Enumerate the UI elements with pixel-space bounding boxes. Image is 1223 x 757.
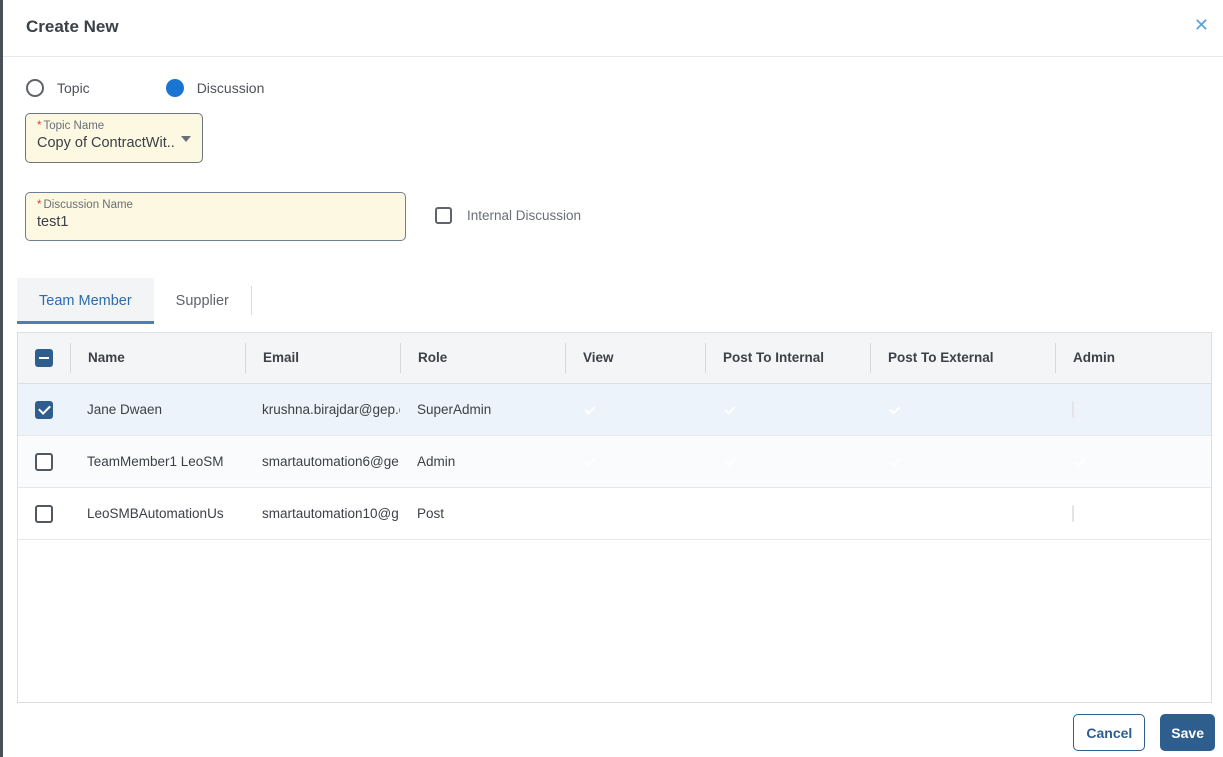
admin-checkbox-disabled-unchecked: [1072, 401, 1074, 418]
column-header-email[interactable]: Email: [245, 343, 400, 373]
table-row[interactable]: LeoSMBAutomationUs smartautomation10@g P…: [18, 488, 1211, 540]
radio-discussion[interactable]: Discussion: [165, 79, 265, 97]
required-asterisk: *: [37, 199, 42, 211]
topic-name-value: Copy of ContractWit...: [37, 135, 176, 151]
row-checkbox-unchecked[interactable]: [35, 452, 53, 471]
tab-bar: Team Member Supplier: [17, 278, 252, 324]
row-checkbox-checked[interactable]: [35, 400, 53, 419]
topic-name-label: * Topic Name: [37, 120, 105, 132]
table-row[interactable]: TeamMember1 LeoSM smartautomation6@ge Ad…: [18, 436, 1211, 488]
cell-email: smartautomation10@g: [262, 506, 399, 521]
page-title: Create New: [26, 17, 119, 36]
column-header-role[interactable]: Role: [400, 343, 565, 373]
team-member-table: Name Email Role View Post To Internal Po…: [17, 332, 1212, 703]
dialog-footer: Cancel Save: [1073, 714, 1215, 751]
column-header-view[interactable]: View: [565, 343, 705, 373]
cell-name: LeoSMBAutomationUs: [87, 506, 224, 521]
select-all-checkbox[interactable]: [35, 349, 53, 367]
radio-topic-label: Topic: [57, 80, 90, 96]
column-header-post-to-external[interactable]: Post To External: [870, 343, 1055, 373]
table-header-row: Name Email Role View Post To Internal Po…: [18, 333, 1211, 384]
tab-divider: [250, 286, 252, 315]
dialog-header: Create New ✕: [3, 0, 1223, 57]
row-checkbox-unchecked[interactable]: [35, 504, 53, 523]
cell-role: Post: [417, 506, 445, 521]
create-new-dialog: Create New ✕ Topic Discussion * Topic Nam…: [0, 0, 1223, 757]
tab-supplier[interactable]: Supplier: [154, 278, 251, 323]
table-row[interactable]: Jane Dwaen krushna.birajdar@gep.c SuperA…: [18, 384, 1211, 436]
discussion-name-value: test1: [37, 214, 69, 230]
checkbox-unchecked-icon: [435, 207, 452, 224]
internal-discussion-checkbox[interactable]: Internal Discussion: [435, 207, 581, 224]
required-asterisk: *: [37, 120, 42, 132]
column-header-admin[interactable]: Admin: [1055, 343, 1211, 373]
cell-name: TeamMember1 LeoSM: [87, 454, 224, 469]
radio-unselected-icon: [26, 79, 44, 97]
cell-role: Admin: [417, 454, 456, 469]
radio-discussion-label: Discussion: [196, 80, 265, 96]
cell-email: smartautomation6@ge: [262, 454, 399, 469]
cell-role: SuperAdmin: [417, 402, 492, 417]
save-button[interactable]: Save: [1160, 714, 1215, 751]
column-header-post-to-internal[interactable]: Post To Internal: [705, 343, 870, 373]
radio-topic[interactable]: Topic: [26, 79, 90, 97]
close-icon[interactable]: ✕: [1194, 15, 1209, 37]
cell-name: Jane Dwaen: [87, 402, 163, 417]
chevron-down-icon: [181, 136, 191, 142]
discussion-name-label: * Discussion Name: [37, 199, 133, 211]
tab-team-member[interactable]: Team Member: [17, 278, 154, 324]
type-selector: Topic Discussion: [26, 79, 264, 97]
internal-discussion-label: Internal Discussion: [467, 208, 582, 223]
cell-email: krushna.birajdar@gep.c: [262, 402, 400, 417]
column-header-name[interactable]: Name: [70, 343, 245, 373]
cancel-button[interactable]: Cancel: [1073, 714, 1146, 751]
topic-name-select[interactable]: * Topic Name Copy of ContractWit...: [25, 113, 203, 163]
discussion-name-field[interactable]: * Discussion Name test1: [25, 192, 406, 241]
radio-selected-icon: [165, 79, 184, 97]
admin-checkbox-disabled-unchecked: [1072, 505, 1074, 522]
